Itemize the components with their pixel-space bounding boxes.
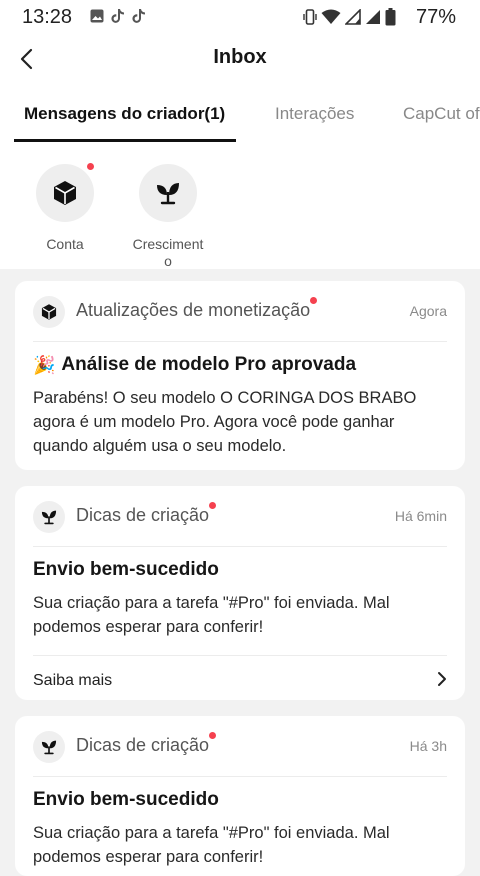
message-card[interactable]: Atualizações de monetização Agora 🎉 Anál…: [15, 281, 465, 470]
unread-dot: [310, 297, 318, 304]
card-title: 🎉 Análise de modelo Pro aprovada: [33, 354, 357, 375]
cube-icon: [33, 296, 65, 328]
cube-icon: [54, 181, 76, 205]
tiktok-icon: [132, 8, 146, 29]
page-title: Inbox: [213, 46, 267, 68]
tab-interacoes[interactable]: Interações: [275, 104, 354, 124]
card-timestamp: Agora: [409, 303, 447, 319]
wifi-icon: [321, 9, 341, 30]
link-label: Saiba mais: [33, 672, 113, 689]
category-label: Conta: [46, 236, 84, 252]
message-card[interactable]: Dicas de criação Há 6min Envio bem-suced…: [15, 486, 465, 700]
chevron-right-icon: [438, 672, 446, 686]
card-header: Atualizações de monetização Agora: [33, 281, 447, 342]
tiktok-icon: [111, 8, 125, 29]
unread-dot: [87, 163, 94, 170]
category-conta[interactable]: Conta: [25, 163, 105, 253]
card-title: Envio bem-sucedido: [33, 559, 219, 580]
tab-mensagens-do-criador[interactable]: Mensagens do criador(1): [24, 104, 225, 124]
card-category: Dicas de criação: [76, 732, 217, 756]
card-header: Dicas de criação Há 6min: [33, 486, 447, 547]
active-tab-indicator: [14, 139, 236, 142]
unread-dot: [209, 732, 217, 739]
signal-icon: [344, 8, 361, 30]
category-label: Cresciment o: [132, 236, 204, 269]
status-time: 13:28: [22, 6, 73, 28]
card-text: Sua criação para a tarefa "#Pro" foi env…: [33, 594, 390, 636]
category-icon-circle: [36, 163, 94, 222]
battery-percent: 77%: [415, 6, 456, 28]
card-text: Parabéns! O seu modelo O CORINGA DOS BRA…: [33, 389, 417, 455]
card-text: Sua criação para a tarefa "#Pro" foi env…: [33, 824, 390, 866]
battery-icon: [385, 8, 396, 31]
saiba-mais-link[interactable]: Saiba mais: [33, 655, 447, 700]
sprout-icon: [157, 183, 179, 205]
category-crescimento[interactable]: Cresciment o: [128, 164, 208, 270]
gallery-icon: [90, 9, 104, 28]
tab-bar: Mensagens do criador(1) Interações CapCu…: [0, 92, 480, 142]
status-bar: 13:28 77%: [0, 0, 480, 34]
unread-dot: [209, 502, 217, 509]
category-icon-circle: [139, 164, 197, 222]
signal-icon: [365, 9, 381, 30]
sprout-icon: [33, 731, 65, 763]
card-category: Dicas de criação: [76, 502, 217, 526]
vibrate-icon: [303, 8, 317, 31]
sprout-icon: [33, 501, 65, 533]
app-header: Inbox: [0, 36, 480, 82]
message-card[interactable]: Dicas de criação Há 3h Envio bem-sucedid…: [15, 716, 465, 876]
card-timestamp: Há 3h: [409, 738, 447, 754]
party-popper-icon: 🎉: [33, 354, 56, 375]
card-category: Atualizações de monetização: [76, 297, 318, 321]
card-title: Envio bem-sucedido: [33, 789, 219, 810]
card-header: Dicas de criação Há 3h: [33, 716, 447, 777]
tab-capcut-oficial[interactable]: CapCut oficial: [403, 104, 480, 124]
card-timestamp: Há 6min: [394, 508, 447, 524]
